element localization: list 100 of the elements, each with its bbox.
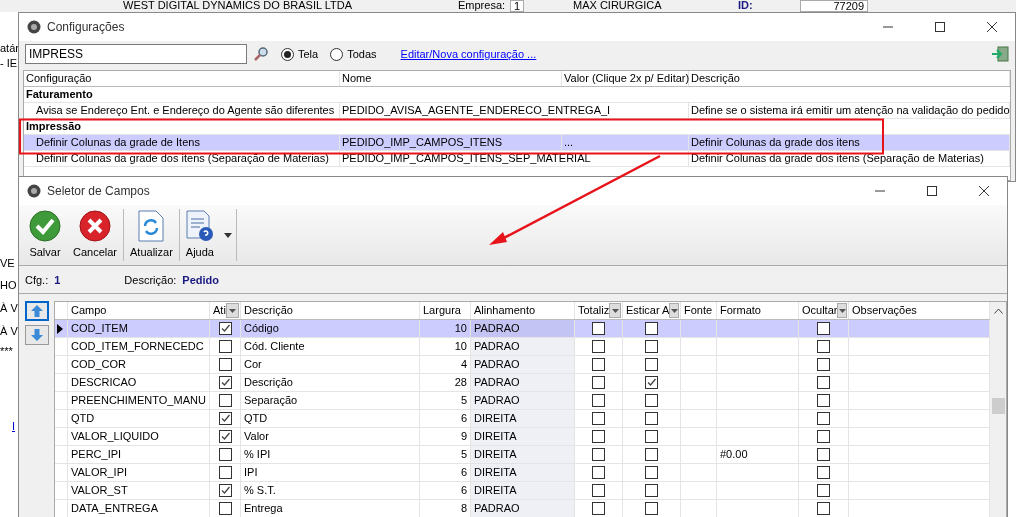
checkbox[interactable] bbox=[645, 502, 658, 515]
checkbox[interactable] bbox=[817, 412, 830, 425]
group-header: Impressão bbox=[26, 119, 82, 134]
checkbox[interactable] bbox=[592, 448, 605, 461]
checkbox[interactable] bbox=[817, 358, 830, 371]
checkbox[interactable] bbox=[592, 502, 605, 515]
toolbar-button[interactable]: Ajuda bbox=[179, 208, 220, 262]
dropdown-icon[interactable] bbox=[228, 308, 236, 313]
checkbox[interactable] bbox=[645, 358, 658, 371]
column-header[interactable]: Alinhamento bbox=[471, 302, 575, 319]
column-header[interactable]: Formato bbox=[717, 302, 799, 319]
checkbox[interactable] bbox=[218, 358, 232, 371]
table-cell: PEDIDO_IMP_CAMPOS_ITENS bbox=[340, 135, 562, 150]
toolbar-button[interactable]: Cancelar bbox=[67, 208, 124, 262]
table-cell: PADRAO bbox=[471, 374, 575, 391]
checkmark-icon bbox=[29, 210, 61, 242]
toolbar-button[interactable]: Salvar bbox=[23, 208, 67, 262]
table-cell: DIREITA bbox=[471, 410, 575, 427]
checkbox[interactable] bbox=[592, 394, 605, 407]
column-header[interactable]: Totaliz bbox=[575, 302, 623, 319]
toolbar-button[interactable]: Atualizar bbox=[124, 208, 179, 262]
checkbox[interactable] bbox=[645, 448, 658, 461]
table-cell: PADRAO bbox=[471, 356, 575, 373]
move-down-button[interactable] bbox=[24, 325, 49, 345]
checkbox[interactable] bbox=[592, 322, 605, 335]
radio-button[interactable]: Todas bbox=[330, 47, 377, 61]
checkbox[interactable] bbox=[218, 502, 232, 515]
exit-icon[interactable] bbox=[991, 46, 1009, 62]
checkbox[interactable] bbox=[592, 358, 605, 371]
checkbox[interactable] bbox=[817, 448, 830, 461]
checkbox[interactable] bbox=[817, 376, 830, 389]
close-icon[interactable] bbox=[979, 186, 989, 196]
field-value: 77209 bbox=[800, 0, 868, 12]
search-field[interactable]: IMPRESS bbox=[25, 44, 247, 64]
table-cell: DIREITA bbox=[471, 464, 575, 481]
checkbox[interactable] bbox=[645, 322, 658, 335]
background-link[interactable]: I bbox=[12, 420, 16, 432]
scrollbar-thumb[interactable] bbox=[991, 398, 1005, 414]
caret-icon[interactable] bbox=[223, 232, 232, 238]
radio-button[interactable]: Tela bbox=[281, 47, 319, 61]
row-pointer-icon bbox=[57, 323, 63, 334]
checkbox[interactable] bbox=[645, 394, 658, 407]
dropdown-icon[interactable] bbox=[670, 308, 678, 313]
checkbox[interactable] bbox=[817, 502, 830, 515]
scroll-up-icon[interactable] bbox=[993, 308, 1003, 314]
checkbox[interactable] bbox=[218, 484, 232, 497]
checkbox[interactable] bbox=[592, 412, 605, 425]
checkbox[interactable] bbox=[592, 376, 605, 389]
checkbox[interactable] bbox=[218, 340, 232, 353]
checkbox[interactable] bbox=[645, 466, 658, 479]
scrollbar[interactable] bbox=[990, 302, 1006, 517]
checkbox[interactable] bbox=[218, 448, 232, 461]
background-text: - IE bbox=[0, 56, 18, 71]
edit-config-link[interactable]: Editar/Nova configuração ... bbox=[400, 48, 537, 60]
column-header[interactable]: Valor (Clique 2x p/ Editar) bbox=[562, 71, 689, 86]
checkbox[interactable] bbox=[645, 376, 658, 389]
table-cell: QTD bbox=[68, 410, 210, 427]
close-icon[interactable] bbox=[987, 22, 997, 32]
column-header[interactable]: Fonte bbox=[681, 302, 717, 319]
column-header[interactable]: Configuração bbox=[24, 71, 340, 86]
dropdown-icon[interactable] bbox=[611, 308, 619, 313]
checkbox[interactable] bbox=[817, 430, 830, 443]
column-header[interactable]: Nome bbox=[340, 71, 562, 86]
checkbox[interactable] bbox=[218, 376, 232, 389]
checkbox[interactable] bbox=[218, 466, 232, 479]
column-header[interactable]: Largura bbox=[420, 302, 471, 319]
checkbox[interactable] bbox=[817, 484, 830, 497]
down-arrow-icon bbox=[29, 328, 44, 342]
table-cell: ... bbox=[562, 135, 689, 150]
checkbox[interactable] bbox=[645, 412, 658, 425]
table-cell: VALOR_LIQUIDO bbox=[68, 428, 210, 445]
checkbox[interactable] bbox=[592, 484, 605, 497]
column-header[interactable]: Campo bbox=[68, 302, 210, 319]
checkbox[interactable] bbox=[592, 340, 605, 353]
search-icon[interactable] bbox=[253, 46, 269, 62]
column-header[interactable]: Descrição bbox=[241, 302, 420, 319]
checkbox[interactable] bbox=[218, 322, 232, 335]
table-cell: PADRAO bbox=[471, 392, 575, 409]
checkbox[interactable] bbox=[218, 394, 232, 407]
column-header[interactable]: Ati bbox=[210, 302, 241, 319]
maximize-icon[interactable] bbox=[927, 186, 937, 196]
checkbox[interactable] bbox=[817, 394, 830, 407]
dropdown-icon[interactable] bbox=[838, 308, 846, 313]
maximize-icon[interactable] bbox=[935, 22, 945, 32]
checkbox[interactable] bbox=[592, 466, 605, 479]
checkbox[interactable] bbox=[218, 430, 232, 443]
checkbox[interactable] bbox=[817, 340, 830, 353]
table-cell: Código bbox=[241, 320, 420, 337]
column-header[interactable]: Descrição bbox=[689, 71, 1010, 86]
column-header[interactable]: Ocultar bbox=[799, 302, 849, 319]
checkbox[interactable] bbox=[645, 484, 658, 497]
move-up-button[interactable] bbox=[24, 301, 49, 321]
checkbox[interactable] bbox=[817, 322, 830, 335]
checkbox[interactable] bbox=[817, 466, 830, 479]
cross-icon bbox=[79, 210, 111, 242]
checkbox[interactable] bbox=[645, 430, 658, 443]
column-header[interactable]: Esticar A bbox=[623, 302, 681, 319]
checkbox[interactable] bbox=[645, 340, 658, 353]
checkbox[interactable] bbox=[218, 412, 232, 425]
checkbox[interactable] bbox=[592, 430, 605, 443]
